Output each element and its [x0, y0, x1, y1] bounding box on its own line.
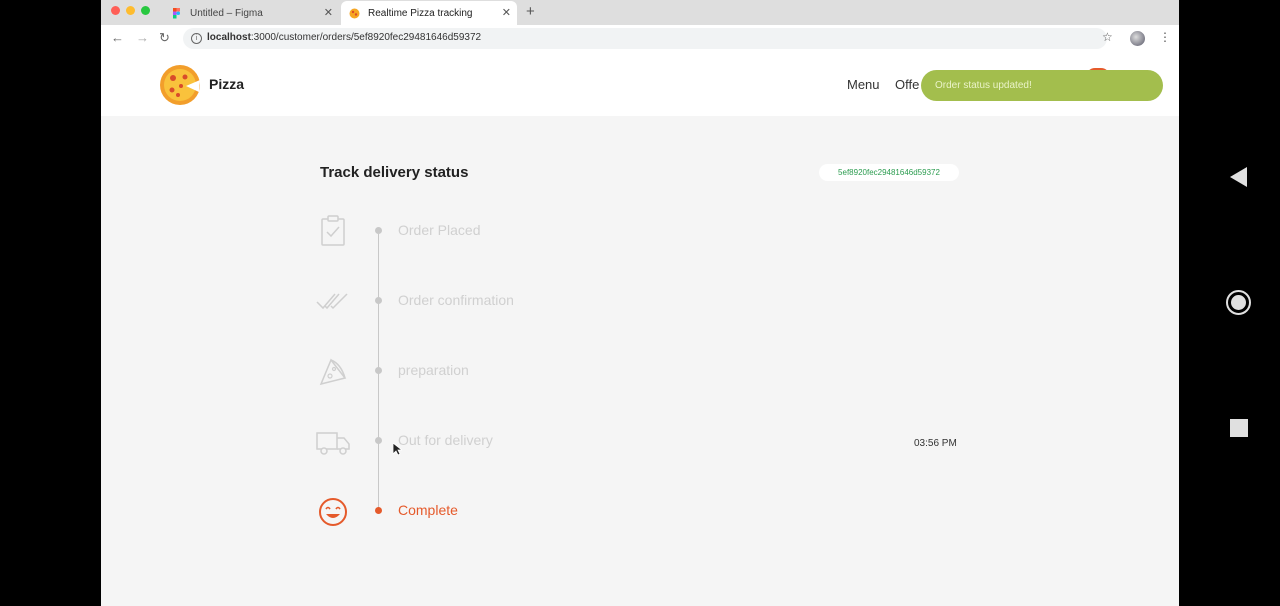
figma-icon [173, 7, 180, 18]
nav-offers-link[interactable]: Offe [895, 77, 919, 92]
timeline-bullet [375, 297, 382, 304]
smiley-icon [319, 498, 347, 526]
close-tab-icon[interactable]: ✕ [324, 6, 333, 19]
status-step-order-placed: Order Placed [101, 214, 801, 254]
pizza-logo-icon[interactable] [159, 64, 201, 106]
toast-notification: Order status updated! [921, 70, 1163, 101]
browser-window: Untitled – Figma ✕ Realtime Pizza tracki… [101, 0, 1179, 606]
brand-name[interactable]: Pizza [209, 76, 244, 92]
status-step-complete: Complete [101, 494, 801, 534]
close-tab-icon[interactable]: ✕ [502, 6, 511, 19]
android-recents-icon[interactable] [1230, 419, 1248, 437]
page-title: Track delivery status [320, 164, 469, 181]
browser-toolbar: ← → ↻ i localhost:3000/customer/orders/5… [101, 25, 1179, 53]
url-text: localhost:3000/customer/orders/5ef8920fe… [207, 32, 481, 43]
timeline-bullet [375, 437, 382, 444]
step-label: Order Placed [398, 222, 481, 238]
site-info-icon[interactable]: i [191, 33, 202, 44]
status-step-out-for-delivery: Out for delivery [101, 424, 801, 464]
tab-figma[interactable]: Untitled – Figma ✕ [163, 1, 339, 25]
tab-title: Realtime Pizza tracking [368, 7, 473, 19]
clipboard-check-icon [321, 215, 345, 246]
url-path: :3000/customer/orders/5ef8920fec29481646… [250, 32, 482, 43]
mouse-cursor-icon [393, 443, 402, 456]
menu-kebab-icon[interactable]: ⋮ [1159, 30, 1171, 44]
tracking-section: Track delivery status 5ef8920fec29481646… [101, 116, 1179, 606]
reload-icon[interactable]: ↻ [159, 30, 170, 46]
site-header: Pizza Menu Offe Order status updated! [101, 52, 1179, 116]
timeline-bullet [375, 227, 382, 234]
timeline-bullet [375, 507, 382, 514]
status-updated-time: 03:56 PM [914, 438, 957, 449]
tab-pizza-tracking[interactable]: Realtime Pizza tracking ✕ [341, 1, 517, 25]
truck-icon [316, 432, 350, 455]
new-tab-button[interactable]: + [526, 3, 535, 20]
status-step-preparation: preparation [101, 354, 801, 394]
minimize-window-button[interactable] [126, 6, 135, 15]
bookmark-star-icon[interactable]: ☆ [1102, 30, 1113, 44]
tab-title: Untitled – Figma [190, 7, 263, 19]
android-nav-bar [1179, 0, 1280, 606]
pizza-favicon-icon [349, 8, 360, 18]
android-back-icon[interactable] [1230, 167, 1247, 187]
step-label: Order confirmation [398, 292, 514, 308]
pizza-slice-icon [319, 358, 347, 386]
tab-strip: Untitled – Figma ✕ Realtime Pizza tracki… [101, 0, 1179, 25]
step-label: preparation [398, 362, 469, 378]
forward-icon[interactable]: → [136, 30, 149, 45]
address-bar[interactable]: i localhost:3000/customer/orders/5ef8920… [183, 28, 1107, 49]
android-home-icon[interactable] [1226, 290, 1251, 315]
close-window-button[interactable] [111, 6, 120, 15]
back-icon[interactable]: ← [111, 30, 124, 45]
step-label: Complete [398, 502, 458, 518]
status-step-order-confirmation: Order confirmation [101, 284, 801, 324]
order-id-badge: 5ef8920fec29481646d59372 [819, 164, 959, 181]
timeline-bullet [375, 367, 382, 374]
profile-avatar[interactable] [1130, 31, 1145, 46]
maximize-window-button[interactable] [141, 6, 150, 15]
step-label: Out for delivery [398, 432, 493, 448]
double-check-icon [316, 293, 348, 310]
nav-menu-link[interactable]: Menu [847, 77, 880, 92]
url-host: localhost [207, 32, 251, 43]
